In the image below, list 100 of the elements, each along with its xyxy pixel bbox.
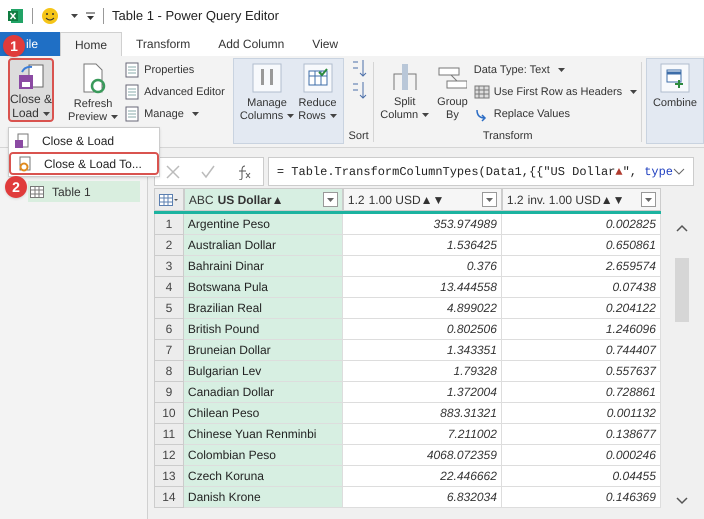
grid-icon bbox=[474, 84, 490, 100]
table-cell: Czech Koruna bbox=[184, 466, 343, 487]
table-cell: Botswana Pula bbox=[184, 277, 343, 298]
row-number: 12 bbox=[154, 445, 184, 466]
type-label: 1.2 bbox=[506, 192, 524, 208]
ribbon-command[interactable]: Manage bbox=[124, 105, 225, 123]
close-load-icon bbox=[16, 62, 46, 92]
ribbon-command[interactable]: Advanced Editor bbox=[124, 83, 225, 101]
caret-icon bbox=[330, 114, 337, 118]
ribbon-command[interactable]: Properties bbox=[124, 61, 225, 79]
group-by-button[interactable]: Group By bbox=[435, 58, 470, 123]
row-number: 2 bbox=[154, 235, 184, 256]
row-number: 14 bbox=[154, 487, 184, 508]
save-icon bbox=[14, 132, 30, 148]
caret-icon bbox=[287, 114, 294, 118]
document-icon bbox=[124, 84, 140, 100]
row-number: 7 bbox=[154, 340, 184, 361]
type-label: ABC bbox=[188, 192, 214, 208]
query-item[interactable]: Table 1 bbox=[28, 181, 140, 202]
filter-dropdown-icon[interactable] bbox=[322, 192, 338, 207]
smiley-icon[interactable] bbox=[41, 7, 59, 25]
table-cell: 0.376 bbox=[342, 256, 502, 277]
caret-icon bbox=[111, 115, 118, 120]
customize-toolbar-icon[interactable] bbox=[86, 12, 95, 20]
table-cell: Argentine Peso bbox=[184, 214, 343, 235]
row-number: 5 bbox=[154, 298, 184, 319]
table-cell: 0.557637 bbox=[502, 361, 661, 382]
scroll-up-icon[interactable] bbox=[676, 224, 688, 232]
table-cell: Danish Krone bbox=[184, 487, 343, 508]
split-column-button[interactable]: Split Column bbox=[378, 58, 432, 123]
table-cell: 7.211002 bbox=[342, 424, 502, 445]
column-header[interactable]: ABC US Dollar▲ bbox=[184, 188, 343, 211]
reduce-rows-button[interactable]: Reduce Rows bbox=[296, 59, 339, 143]
table-cell: 1.536425 bbox=[342, 235, 502, 256]
table-cell: 0.650861 bbox=[502, 235, 661, 256]
group-label: Transform bbox=[482, 128, 533, 144]
row-number: 4 bbox=[154, 277, 184, 298]
table-cell: 1.246096 bbox=[502, 319, 661, 340]
caret-icon bbox=[192, 112, 199, 116]
table-cell: 2.659574 bbox=[502, 256, 661, 277]
function-icon[interactable] bbox=[236, 164, 252, 180]
table-cell: 1.79328 bbox=[342, 361, 502, 382]
table-cell: Australian Dollar bbox=[184, 235, 343, 256]
scrollbar[interactable] bbox=[672, 224, 691, 505]
table-cell: 22.446662 bbox=[342, 466, 502, 487]
close-load-button[interactable]: Close & Load bbox=[10, 60, 52, 120]
table-cell: 0.000246 bbox=[502, 445, 661, 466]
caret-icon bbox=[42, 112, 50, 116]
caret-icon bbox=[422, 113, 430, 118]
table-cell: Brazilian Real bbox=[184, 298, 343, 319]
row-number: 6 bbox=[154, 319, 184, 340]
window-title: Table 1 - Power Query Editor bbox=[112, 7, 279, 26]
ribbon-tab[interactable]: Home bbox=[60, 32, 122, 56]
table-cell: 0.07438 bbox=[502, 277, 661, 298]
row-number: 9 bbox=[154, 382, 184, 403]
manage-columns-button[interactable]: Manage Columns bbox=[238, 59, 296, 143]
document-icon bbox=[124, 62, 140, 78]
table-cell: Chinese Yuan Renminbi bbox=[184, 424, 343, 445]
scroll-thumb[interactable] bbox=[674, 258, 689, 322]
table-cell: 0.138677 bbox=[502, 424, 661, 445]
row-number: 10 bbox=[154, 403, 184, 424]
scroll-down-icon[interactable] bbox=[676, 497, 688, 505]
table-cell: 0.744407 bbox=[502, 340, 661, 361]
table-cell: 4068.072359 bbox=[342, 445, 502, 466]
table-cell: Colombian Peso bbox=[184, 445, 343, 466]
filter-dropdown-icon[interactable] bbox=[482, 192, 497, 207]
row-number: 11 bbox=[154, 424, 184, 445]
check-icon[interactable] bbox=[200, 164, 215, 178]
table-cell: 353.974989 bbox=[342, 214, 502, 235]
ribbon-command[interactable]: Data Type: Text bbox=[474, 61, 638, 79]
table-cell: 0.728861 bbox=[502, 382, 661, 403]
caret-icon bbox=[630, 90, 638, 94]
ribbon-command[interactable]: Use First Row as Headers bbox=[474, 83, 638, 101]
table-cell: 4.899022 bbox=[342, 298, 502, 319]
table-cell: 6.832034 bbox=[342, 487, 502, 508]
table-cell: 0.04455 bbox=[502, 466, 661, 487]
table-cell: British Pound bbox=[184, 319, 343, 340]
table-cell: 0.001132 bbox=[502, 403, 661, 424]
row-number: 1 bbox=[154, 214, 184, 235]
table-cell: 0.204122 bbox=[502, 298, 661, 319]
filter-dropdown-icon[interactable] bbox=[640, 192, 656, 207]
table-cell: Bahraini Dinar bbox=[184, 256, 343, 277]
table-menu-icon[interactable] bbox=[158, 194, 179, 206]
table-icon bbox=[30, 186, 44, 198]
ribbon-command[interactable]: Replace Values bbox=[474, 105, 638, 123]
menu-item[interactable]: Close & Load To... bbox=[9, 152, 159, 175]
table-cell: 0.802506 bbox=[342, 319, 502, 340]
table-cell: 0.146369 bbox=[502, 487, 661, 508]
table-cell: Bruneian Dollar bbox=[184, 340, 343, 361]
spreadsheet-icon bbox=[8, 8, 24, 24]
table-cell: Chilean Peso bbox=[184, 403, 343, 424]
expand-icon[interactable] bbox=[673, 168, 685, 176]
table-cell: 1.372004 bbox=[342, 382, 502, 403]
column-header[interactable]: 1.2 inv. 1.00 USD▲▼ bbox=[502, 188, 661, 211]
table-cell: 0.002825 bbox=[502, 214, 661, 235]
column-header[interactable]: 1.2 1.00 USD▲▼ bbox=[342, 188, 502, 211]
table-cell: 13.444558 bbox=[342, 277, 502, 298]
table-check-icon bbox=[302, 63, 332, 93]
menu-item[interactable]: Close & Load bbox=[9, 129, 159, 152]
formula-field[interactable]: = Table.TransformColumnTypes(Data1,{{"US Dollar▲", type bbox=[268, 157, 694, 186]
